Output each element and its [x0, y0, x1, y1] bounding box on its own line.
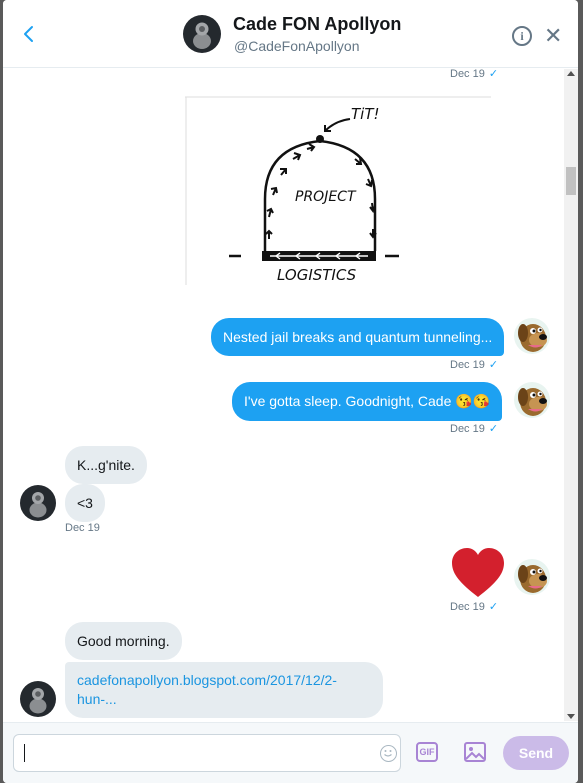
image-icon[interactable]	[463, 741, 487, 763]
avatar[interactable]	[514, 382, 550, 418]
avatar[interactable]	[514, 559, 550, 595]
shared-image[interactable]: TiT! PROJECT LOGISTICS	[185, 89, 491, 285]
conversation-handle: @CadeFonApollyon	[234, 38, 360, 54]
emoji-icon[interactable]	[380, 745, 397, 762]
text-caret	[24, 744, 25, 762]
sketch-label-top: TiT!	[351, 105, 380, 123]
conversation-header: Cade FON Apollyon @CadeFonApollyon i ✕	[3, 0, 578, 68]
avatar[interactable]	[183, 15, 221, 53]
scroll-down-icon[interactable]	[567, 714, 575, 719]
sketch-label-bottom: LOGISTICS	[277, 266, 357, 284]
message-input[interactable]	[13, 734, 401, 772]
send-button[interactable]: Send	[503, 736, 569, 770]
incoming-message[interactable]: K...g'nite.	[65, 446, 147, 484]
sketch-label-center: PROJECT	[295, 189, 357, 205]
message-timestamp: Dec 19	[65, 522, 100, 534]
message-timestamp: Dec 19 ✓	[450, 601, 499, 613]
gif-button[interactable]: GIF	[416, 742, 438, 762]
sent-check-icon: ✓	[488, 601, 499, 613]
scroll-up-icon[interactable]	[567, 71, 575, 76]
outgoing-message[interactable]: I've gotta sleep. Goodnight, Cade 😘😘	[232, 382, 503, 421]
message-timestamp: Dec 19 ✓	[450, 359, 499, 371]
message-timestamp: Dec 19 ✓	[450, 423, 499, 435]
message-timestamp: Dec 19 ✓	[450, 69, 499, 80]
message-scrollbar[interactable]	[564, 69, 578, 721]
outgoing-message[interactable]: Nested jail breaks and quantum tunneling…	[211, 318, 505, 356]
incoming-message[interactable]: <3	[65, 484, 105, 522]
avatar[interactable]	[20, 485, 56, 521]
message-composer: GIF Send	[3, 722, 578, 783]
close-icon[interactable]: ✕	[544, 25, 562, 47]
chevron-left-icon[interactable]	[17, 22, 41, 46]
conversation-name[interactable]: Cade FON Apollyon	[233, 14, 401, 35]
avatar[interactable]	[20, 681, 56, 717]
incoming-message[interactable]: Good morning.	[65, 622, 182, 660]
dm-dialog: Cade FON Apollyon @CadeFonApollyon i ✕ D…	[3, 0, 578, 783]
message-list: Dec 19 ✓ TiT! PROJECT LOGISTICS Nested j…	[3, 69, 564, 721]
incoming-link-message[interactable]: cadefonapollyon.blogspot.com/2017/12/2-h…	[65, 662, 383, 718]
avatar[interactable]	[514, 318, 550, 354]
heart-icon[interactable]	[450, 547, 506, 599]
sent-check-icon: ✓	[488, 69, 499, 80]
scroll-thumb[interactable]	[566, 167, 576, 195]
sent-check-icon: ✓	[488, 359, 499, 371]
info-icon[interactable]: i	[512, 26, 532, 46]
sent-check-icon: ✓	[488, 423, 499, 435]
